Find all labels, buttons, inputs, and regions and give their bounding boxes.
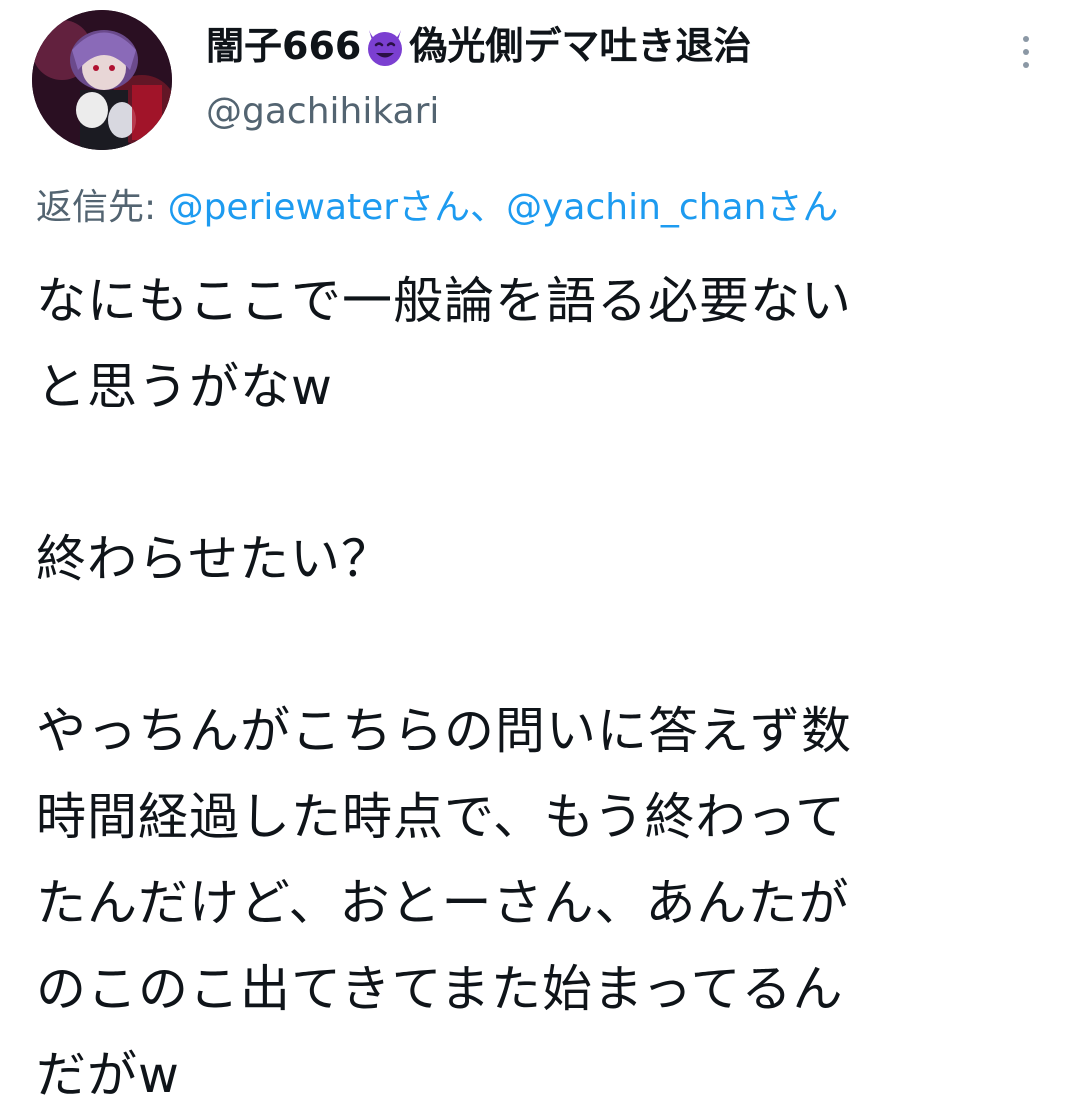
reply-suffix-2: さん xyxy=(766,187,839,228)
tweet-line: たんだけど、おとーさん、あんたが xyxy=(36,874,850,932)
display-name-part-2: 偽光側デマ吐き退治 xyxy=(409,24,752,68)
author-display-name[interactable]: 闇子666 偽光側デマ吐き退治 xyxy=(206,22,751,70)
replying-to: 返信先: @periewaterさん、@yachin_chanさん xyxy=(36,183,838,233)
tweet-line: 終わらせたい？ xyxy=(36,530,392,588)
tweet-line: なにもここで一般論を語る必要ない xyxy=(36,272,852,330)
more-dot xyxy=(1023,36,1029,42)
display-name-part-1: 闇子666 xyxy=(206,24,362,68)
smiling-devil-icon xyxy=(363,24,407,68)
author-identity: 闇子666 偽光側デマ吐き退治 @gachihikari xyxy=(206,22,751,134)
more-dot xyxy=(1023,49,1029,55)
tweet-line: やっちんがこちらの問いに答えず数 xyxy=(36,702,852,760)
reply-user-1: @periewater xyxy=(167,187,399,228)
tweet-line: と思うがなw xyxy=(36,358,333,416)
tweet-header: 闇子666 偽光側デマ吐き退治 @gachihikari xyxy=(0,0,1080,160)
more-vertical-icon[interactable] xyxy=(1006,30,1046,74)
reply-user-2: @yachin_chan xyxy=(506,187,767,228)
reply-prefix: 返信先: xyxy=(36,187,168,228)
reply-user-link-2[interactable]: @yachin_chanさん xyxy=(506,187,838,228)
tweet-line: のこのこ出てきてまた始まってるん xyxy=(36,960,844,1018)
author-handle[interactable]: @gachihikari xyxy=(206,90,751,134)
more-dot xyxy=(1023,62,1029,68)
tweet-text: なにもここで一般論を語る必要ない と思うがなw 終わらせたい？ やっちんがこちら… xyxy=(36,258,1046,1118)
tweet-line: だがw xyxy=(36,1046,180,1104)
avatar-image xyxy=(32,10,172,150)
avatar[interactable] xyxy=(32,10,172,150)
tweet-line: 時間経過した時点で、もう終わって xyxy=(36,788,846,846)
reply-suffix-1: さん、 xyxy=(398,187,507,228)
reply-user-link-1[interactable]: @periewaterさん、 xyxy=(168,187,507,228)
